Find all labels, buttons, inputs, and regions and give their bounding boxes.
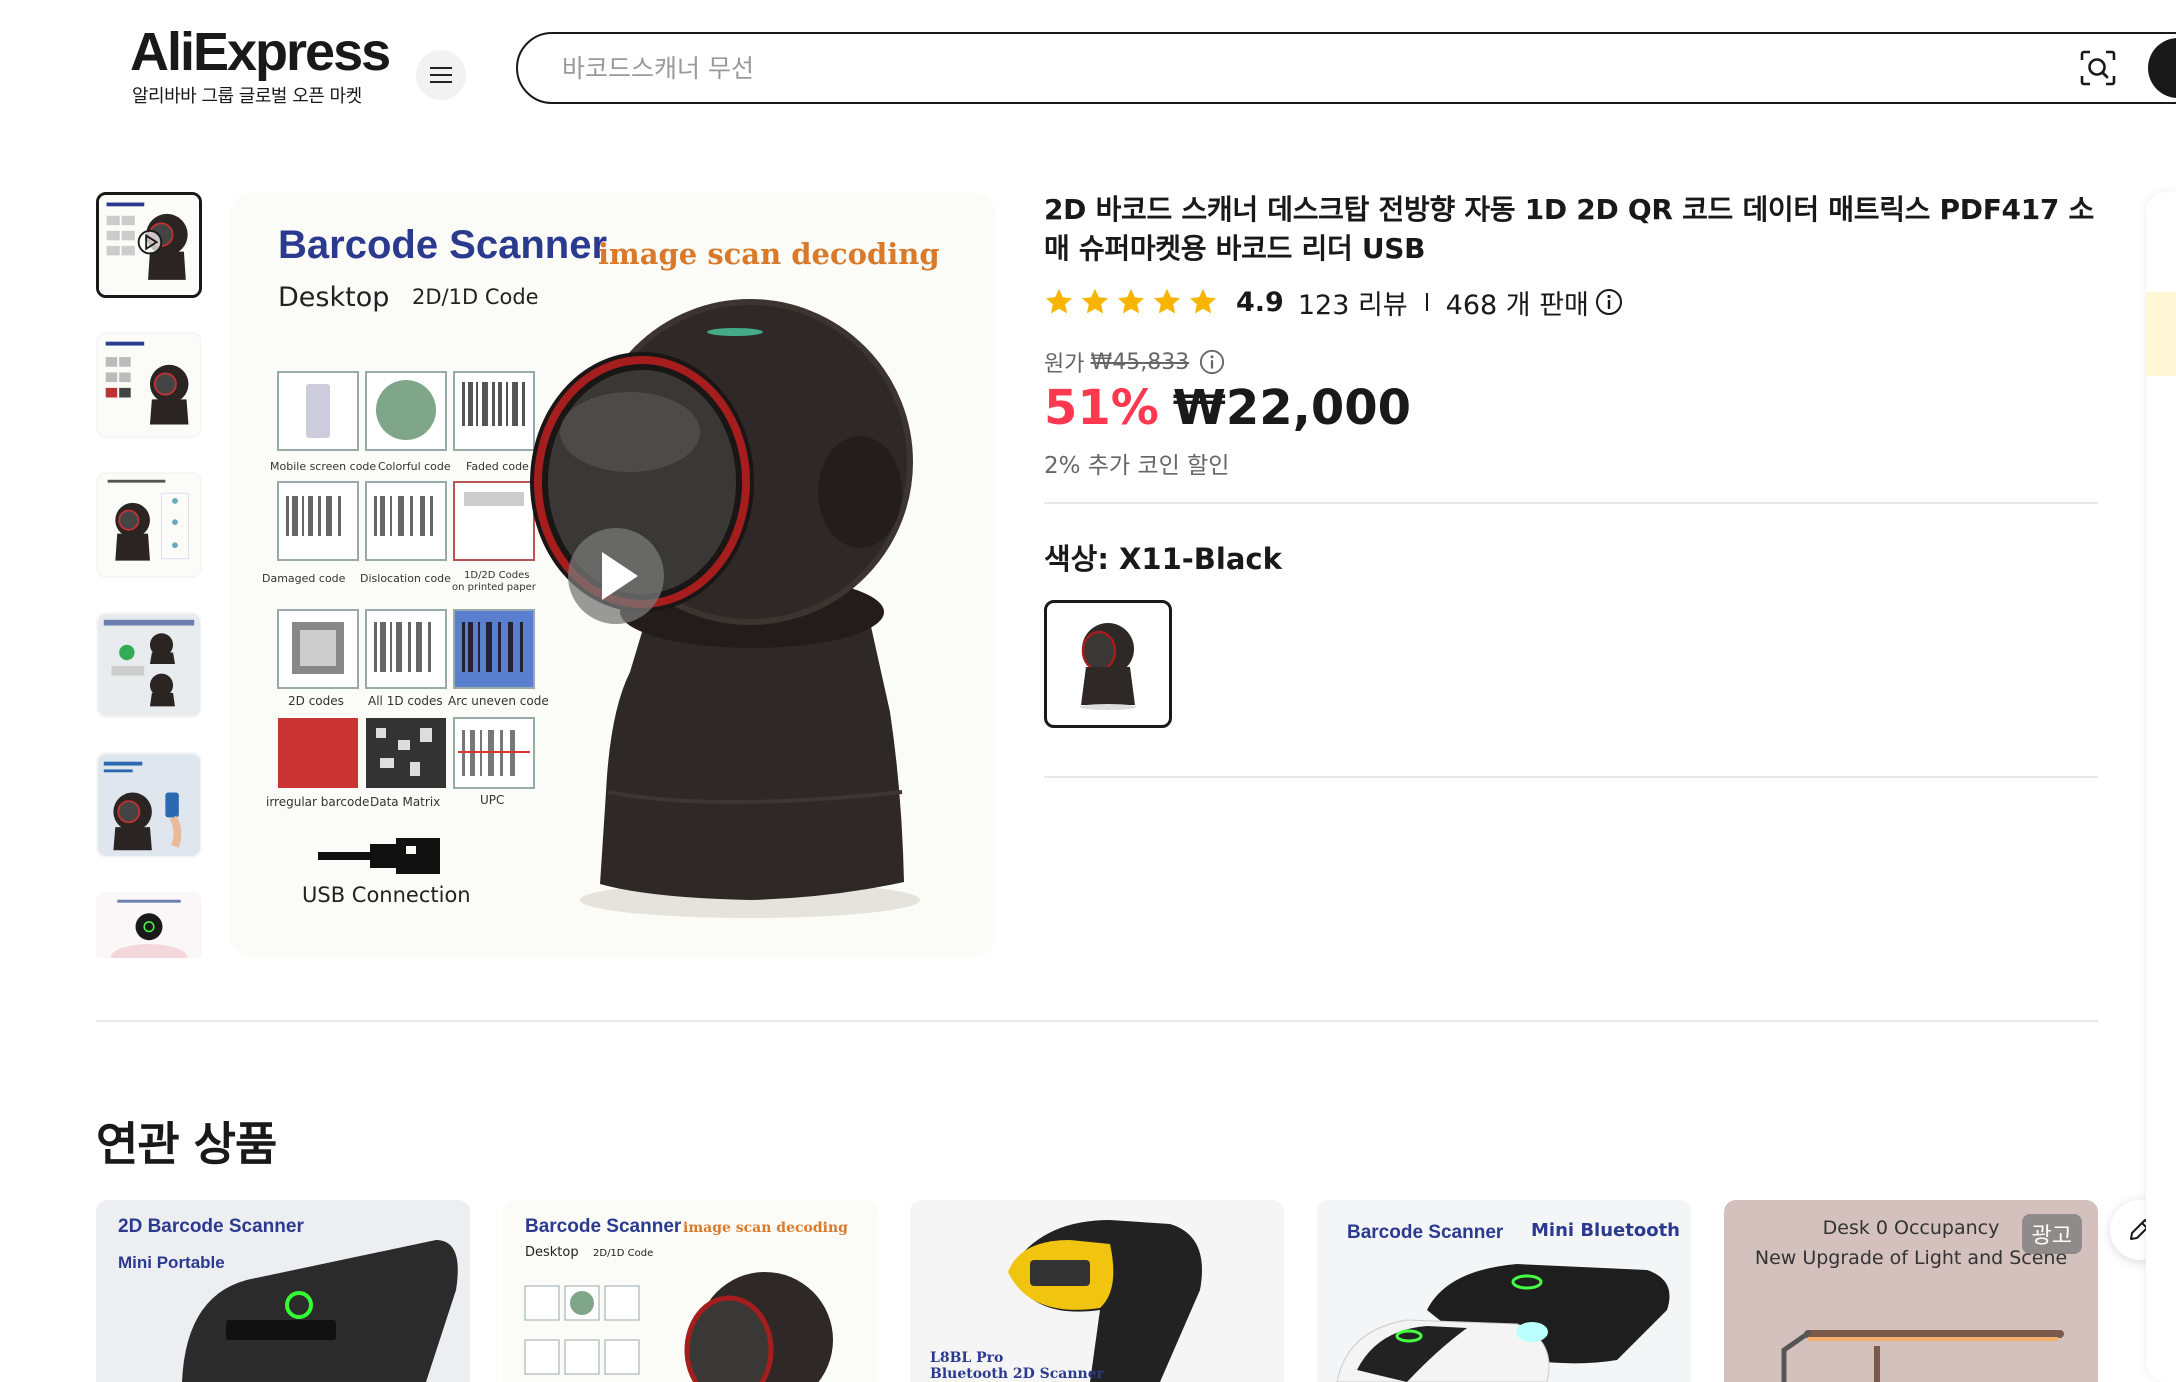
color-option-x11-black[interactable] [1044, 600, 1172, 728]
scanner-thumbnail-image [98, 334, 200, 436]
original-price: ₩45,833 [1090, 349, 1190, 375]
review-count-link[interactable]: 123 리뷰 [1298, 283, 1408, 322]
card-text: Mini Bluetooth [1531, 1220, 1680, 1241]
thumbnail-3[interactable] [96, 472, 202, 578]
card-text: Desk 0 Occupancy [1823, 1217, 2000, 1239]
barcode-scanner-image: Barcode Scanner Desktop 2D/1D Code image… [230, 192, 996, 958]
scanner-thumbnail-image [98, 754, 200, 856]
card-text: Barcode Scanner [525, 1216, 682, 1237]
thumbnail-2[interactable] [96, 332, 202, 438]
related-product-card[interactable]: Barcode Scanner image scan decoding Desk… [503, 1200, 877, 1382]
product-image: L8BL Pro Bluetooth 2D Scanner [910, 1200, 1284, 1382]
card-text: Bluetooth 2D Scanner [930, 1366, 1105, 1382]
card-text: Mini Portable [118, 1253, 225, 1272]
logo-tagline: 알리바바 그룹 글로벌 오픈 마켓 [132, 86, 362, 107]
divider [96, 1020, 2098, 1022]
image-label: irregular barcode [266, 795, 369, 809]
image-label: Dislocation code [360, 572, 451, 585]
card-text: New Upgrade of Light and Scene [1755, 1247, 2067, 1269]
image-label: Data Matrix [370, 795, 440, 809]
thumbnail-list [96, 192, 206, 958]
related-products-list: 2D Barcode Scanner Mini Portable Barcode… [96, 1200, 2098, 1382]
star-icon [1190, 288, 1216, 314]
image-tagline: image scan decoding [598, 237, 940, 271]
color-swatch-image [1053, 609, 1163, 719]
card-text: 2D/1D Code [593, 1248, 653, 1259]
star-icon [1118, 288, 1144, 314]
scanner-thumbnail-image [98, 474, 200, 576]
image-label: on printed paper [452, 582, 537, 593]
thumbnail-4[interactable] [96, 612, 202, 718]
image-label: UPC [480, 793, 504, 807]
discount-percent: 51% [1044, 380, 1159, 436]
info-icon[interactable] [1199, 349, 1225, 375]
scanner-thumbnail-image [99, 195, 199, 295]
info-icon[interactable] [1595, 288, 1623, 316]
coin-discount: 2% 추가 코인 할인 [1044, 453, 1230, 479]
scanner-thumbnail-image [98, 894, 200, 958]
aliexpress-logo[interactable]: AliExpress 알리바바 그룹 글로벌 오픈 마켓 [130, 22, 391, 108]
star-icon [1046, 288, 1072, 314]
thumbnail-5[interactable] [96, 752, 202, 858]
related-product-card[interactable]: Desk 0 Occupancy New Upgrade of Light an… [1724, 1200, 2098, 1382]
logo-wordmark: AliExpress [130, 22, 391, 82]
card-text: L8BL Pro [930, 1350, 1003, 1366]
star-icon [1082, 288, 1108, 314]
original-price-label: 원가 [1044, 352, 1085, 377]
card-text: Desktop [525, 1245, 579, 1260]
divider [1044, 776, 2098, 778]
image-label: 2D codes [288, 694, 344, 708]
search-button[interactable] [2148, 38, 2176, 98]
thumbnail-6[interactable] [96, 892, 202, 958]
product-image: 2D Barcode Scanner Mini Portable [96, 1200, 470, 1382]
image-label: Arc uneven code [448, 694, 549, 708]
side-panel-edge [2146, 192, 2176, 1382]
image-label: All 1D codes [368, 694, 443, 708]
main-product-image[interactable]: Barcode Scanner Desktop 2D/1D Code image… [230, 192, 996, 958]
card-text: Barcode Scanner [1347, 1222, 1504, 1243]
original-price-row: 원가 ₩45,833 [1044, 346, 1225, 378]
image-label: Mobile screen code [270, 460, 376, 473]
star-icon [1154, 288, 1180, 314]
image-label: Colorful code [378, 460, 451, 473]
thumbnail-video[interactable] [96, 192, 202, 298]
menu-button[interactable] [416, 50, 466, 100]
color-label: 색상: X11-Black [1044, 542, 1282, 576]
image-subtitle-right: 2D/1D Code [412, 285, 539, 309]
product-image: Barcode Scanner image scan decoding Desk… [503, 1200, 877, 1382]
related-products-title: 연관 상품 [96, 1117, 277, 1171]
divider [1044, 502, 2098, 504]
related-product-card[interactable]: L8BL Pro Bluetooth 2D Scanner [910, 1200, 1284, 1382]
price-row: 51% ₩22,000 [1044, 380, 1411, 436]
search-input[interactable] [562, 48, 2062, 88]
image-search-icon[interactable] [2078, 48, 2118, 88]
card-text: image scan decoding [683, 1220, 848, 1236]
image-label: Faded code [466, 460, 529, 473]
image-label: 1D/2D Codes [464, 570, 529, 581]
image-label: Damaged code [262, 572, 346, 585]
related-product-card[interactable]: 2D Barcode Scanner Mini Portable [96, 1200, 470, 1382]
ad-badge: 광고 [2021, 1214, 2082, 1254]
card-text: 2D Barcode Scanner [118, 1216, 304, 1237]
product-image: Barcode Scanner Mini Bluetooth [1317, 1200, 1691, 1382]
scanner-thumbnail-image [98, 614, 200, 716]
related-product-card[interactable]: Barcode Scanner Mini Bluetooth [1317, 1200, 1691, 1382]
sold-count: 468 개 판매 [1445, 289, 1589, 321]
rating-value: 4.9 [1236, 286, 1284, 318]
search-bar [516, 32, 2176, 104]
product-title: 2D 바코드 스캐너 데스크탑 전방향 자동 1D 2D QR 코드 데이터 매… [1044, 193, 2095, 265]
image-title: Barcode Scanner [278, 223, 607, 267]
rating-row: 4.9 123 리뷰 468 개 판매 [1044, 282, 1623, 322]
side-panel-highlight [2146, 292, 2176, 376]
sale-price: ₩22,000 [1172, 380, 1412, 436]
usb-connection-label: USB Connection [302, 883, 471, 907]
hamburger-icon [430, 74, 452, 76]
divider [1425, 293, 1428, 311]
image-subtitle-left: Desktop [278, 282, 389, 313]
rating-stars [1044, 287, 1218, 317]
